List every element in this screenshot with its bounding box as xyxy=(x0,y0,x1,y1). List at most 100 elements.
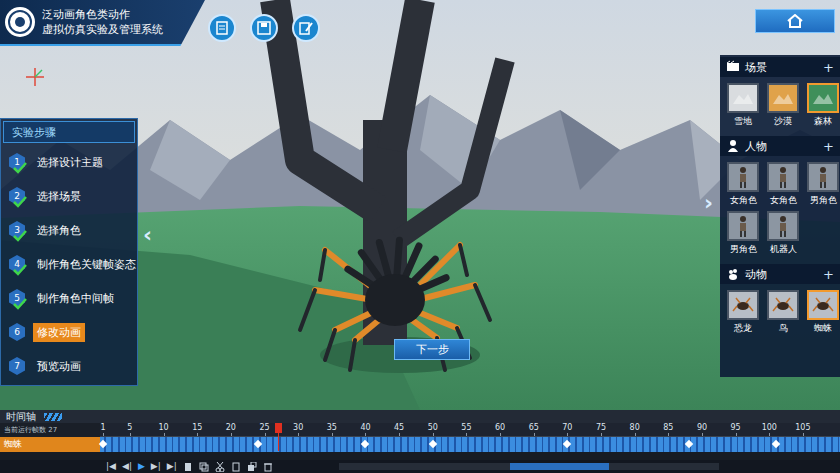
animal-icon xyxy=(772,297,794,313)
section-icon xyxy=(726,139,740,153)
add-button[interactable]: + xyxy=(823,267,834,282)
tick-label: 65 xyxy=(529,424,539,432)
timeline-header: 时间轴 xyxy=(0,410,840,423)
tick-label: 50 xyxy=(428,424,438,432)
keyframe-icon xyxy=(183,462,193,472)
keyframe-marker[interactable] xyxy=(99,440,107,448)
keyframe-marker[interactable] xyxy=(361,440,369,448)
tick-mark xyxy=(399,433,400,436)
control-button[interactable]: |◀ xyxy=(106,462,116,471)
tick-label: 105 xyxy=(795,424,810,432)
prev-arrow[interactable]: ‹ xyxy=(143,224,152,246)
frame-ruler[interactable]: 1510152025303540455055606570758085909510… xyxy=(100,423,840,437)
toolbar xyxy=(208,14,320,42)
check-icon xyxy=(13,162,27,174)
scroll-thumb[interactable] xyxy=(510,463,609,470)
steps-panel: 实验步骤1选择设计主题2选择场景3选择角色4制作角色关键帧姿态5制作角色中间帧6… xyxy=(0,118,138,386)
step-item[interactable]: 2选择场景 xyxy=(1,179,137,213)
delete-icon xyxy=(263,462,273,472)
tick-mark xyxy=(534,433,535,436)
playhead-handle[interactable] xyxy=(275,423,282,433)
tick-mark xyxy=(736,433,737,436)
viewport[interactable]: 泛动画角色类动作虚拟仿真实验及管理系统实验步骤1选择设计主题2选择场景3选择角色… xyxy=(0,0,840,410)
tick-label: 5 xyxy=(127,424,132,432)
tick-mark xyxy=(332,433,333,436)
tick-mark xyxy=(668,433,669,436)
asset-thumb xyxy=(767,83,799,113)
asset-label: 蜘蛛 xyxy=(814,322,832,335)
step-item[interactable]: 7预览动画 xyxy=(1,349,137,383)
tick-mark xyxy=(103,433,104,436)
keyframe-marker[interactable] xyxy=(429,440,437,448)
asset-grid: 恐龙鸟 蜘蛛 xyxy=(720,288,840,339)
edit-button[interactable] xyxy=(292,14,320,42)
add-button[interactable]: + xyxy=(823,60,834,75)
control-button[interactable]: ▶| xyxy=(167,462,177,471)
next-step-button[interactable]: 下一步 xyxy=(394,339,470,360)
section-icon xyxy=(726,60,740,74)
title-banner: 泛动画角色类动作虚拟仿真实验及管理系统 xyxy=(0,0,205,46)
playback-controls: |◀ ◀| ▶ ▶| ▶| xyxy=(0,460,840,473)
step-label: 选择设计主题 xyxy=(33,153,107,172)
track-label[interactable]: 蜘蛛 xyxy=(0,437,100,452)
asset-label: 鸟 xyxy=(779,322,788,335)
character-icon xyxy=(816,166,830,188)
asset-item[interactable]: 沙漠 xyxy=(766,83,800,128)
step-label: 制作角色中间帧 xyxy=(33,289,118,308)
character-icon xyxy=(776,166,790,188)
animal-icon xyxy=(812,297,834,313)
asset-item[interactable]: 男角色 xyxy=(726,211,760,256)
track-bar[interactable] xyxy=(100,437,840,452)
animal-icon xyxy=(732,297,754,313)
keyframe-marker[interactable] xyxy=(254,440,262,448)
asset-item[interactable]: 森林 xyxy=(806,83,840,128)
tick-label: 20 xyxy=(226,424,236,432)
asset-item[interactable]: 女角色 xyxy=(726,162,760,207)
title-line: 泛动画角色类动作 xyxy=(42,8,163,21)
tick-label: 10 xyxy=(158,424,168,432)
tick-mark xyxy=(702,433,703,436)
step-item[interactable]: 3选择角色 xyxy=(1,213,137,247)
asset-grid: 雪地 沙漠森林 xyxy=(720,81,840,132)
title-line: 虚拟仿真实验及管理系统 xyxy=(42,23,163,36)
asset-item[interactable]: 鸟 xyxy=(766,290,800,335)
control-button[interactable]: ◀| xyxy=(122,462,132,471)
axis-gizmo-icon xyxy=(24,66,46,88)
asset-item[interactable]: 男角色 xyxy=(806,162,840,207)
asset-label: 雪地 xyxy=(734,115,752,128)
add-button[interactable]: + xyxy=(823,139,834,154)
asset-thumb xyxy=(727,211,759,241)
timeline-scrollbar[interactable] xyxy=(339,463,719,470)
keyframe-marker[interactable] xyxy=(563,440,571,448)
home-button[interactable] xyxy=(755,9,835,33)
save-button[interactable] xyxy=(250,14,278,42)
step-item[interactable]: 4制作角色关键帧姿态 xyxy=(1,247,137,281)
keyframe-marker[interactable] xyxy=(772,440,780,448)
section-icon xyxy=(726,267,740,281)
asset-item[interactable]: 恐龙 xyxy=(726,290,760,335)
step-item[interactable]: 5制作角色中间帧 xyxy=(1,281,137,315)
keyframe-marker[interactable] xyxy=(684,440,692,448)
save-icon xyxy=(256,20,272,36)
next-arrow[interactable]: › xyxy=(704,192,713,214)
step-item[interactable]: 6修改动画 xyxy=(1,315,137,349)
timeline-spacer xyxy=(0,452,840,460)
step-item[interactable]: 1选择设计主题 xyxy=(1,145,137,179)
control-button[interactable]: ▶| xyxy=(151,462,161,471)
asset-thumb xyxy=(807,290,839,320)
asset-item[interactable]: 雪地 xyxy=(726,83,760,128)
asset-thumb xyxy=(767,162,799,192)
collapse-handle[interactable] xyxy=(44,413,62,421)
control-button[interactable]: ▶ xyxy=(138,462,145,471)
timeline-title: 时间轴 xyxy=(6,412,36,422)
asset-item[interactable]: 女角色 xyxy=(766,162,800,207)
tick-label: 45 xyxy=(394,424,404,432)
paste-icon xyxy=(231,462,241,472)
asset-item[interactable]: 蜘蛛 xyxy=(806,290,840,335)
asset-label: 女角色 xyxy=(730,194,757,207)
asset-item[interactable]: 机器人 xyxy=(766,211,800,256)
tick-mark xyxy=(500,433,501,436)
document-button[interactable] xyxy=(208,14,236,42)
edit-icon xyxy=(298,20,314,36)
step-number: 6 xyxy=(9,323,25,341)
